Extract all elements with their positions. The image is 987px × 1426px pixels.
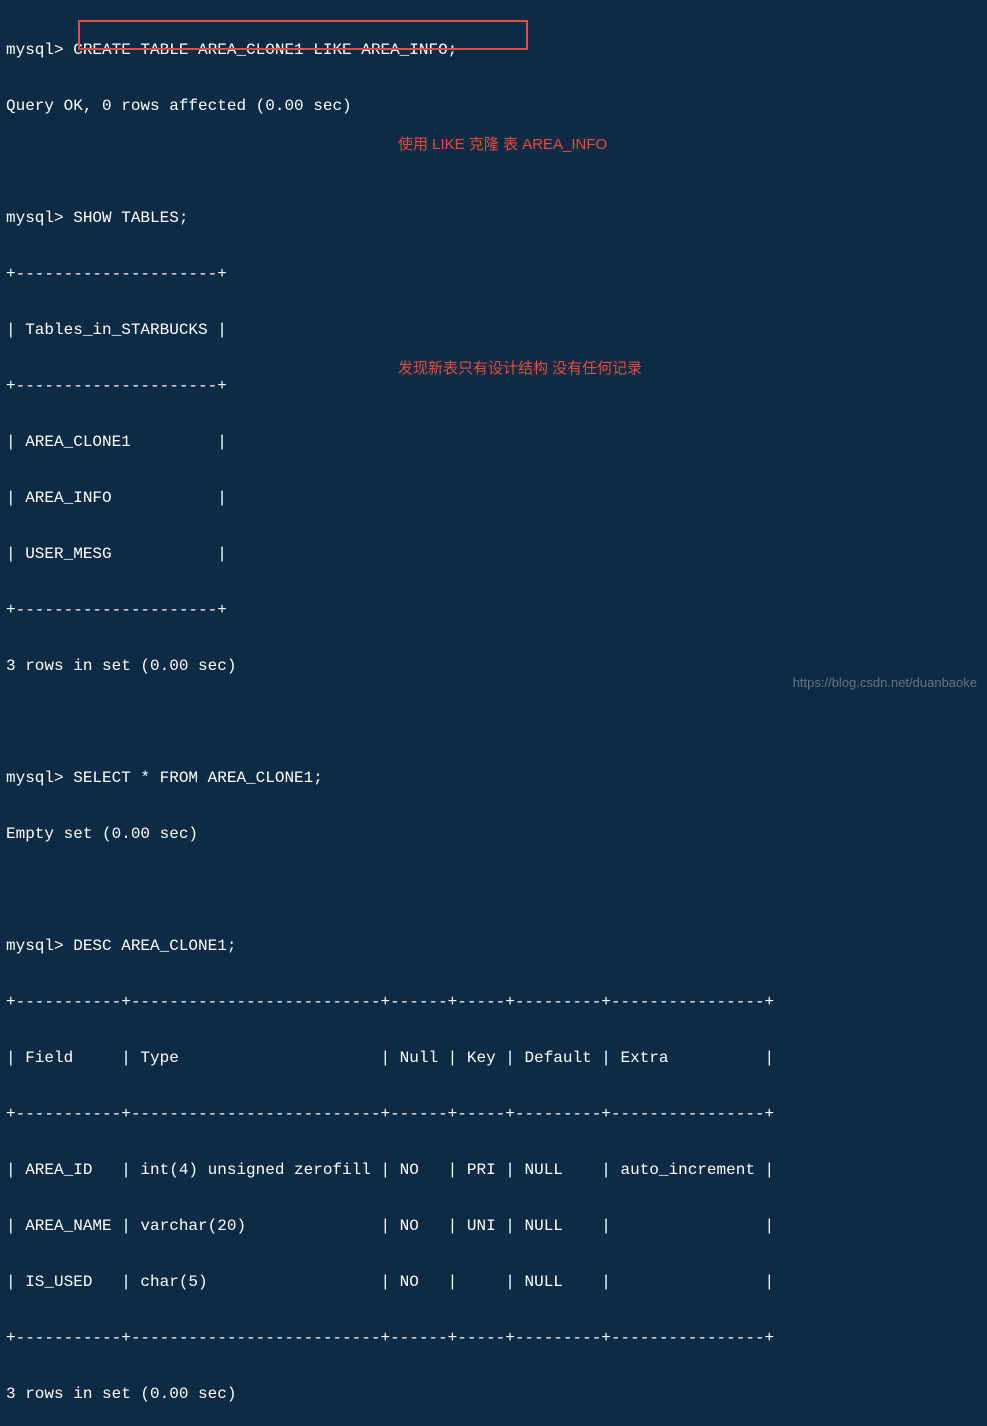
terminal-line: +-----------+--------------------------+…	[6, 1324, 981, 1352]
annotation-empty-table: 发现新表只有设计结构 没有任何记录	[398, 356, 642, 382]
terminal-line: +-----------+--------------------------+…	[6, 988, 981, 1016]
terminal-output: mysql> CREATE TABLE AREA_CLONE1 LIKE ARE…	[6, 8, 981, 1426]
terminal-line: | AREA_NAME | varchar(20) | NO | UNI | N…	[6, 1212, 981, 1240]
terminal-line: | AREA_ID | int(4) unsigned zerofill | N…	[6, 1156, 981, 1184]
terminal-line: | AREA_INFO |	[6, 484, 981, 512]
terminal-line: Empty set (0.00 sec)	[6, 820, 981, 848]
annotation-like-clone: 使用 LIKE 克隆 表 AREA_INFO	[398, 132, 607, 158]
terminal-line: | USER_MESG |	[6, 540, 981, 568]
watermark-text: https://blog.csdn.net/duanbaoke	[793, 672, 977, 695]
terminal-line	[6, 708, 981, 736]
terminal-line: mysql> SHOW TABLES;	[6, 204, 981, 232]
terminal-line: mysql> CREATE TABLE AREA_CLONE1 LIKE ARE…	[6, 36, 981, 64]
terminal-line: | AREA_CLONE1 |	[6, 428, 981, 456]
terminal-line: +-----------+--------------------------+…	[6, 1100, 981, 1128]
terminal-line: +---------------------+	[6, 596, 981, 624]
terminal-line: | Tables_in_STARBUCKS |	[6, 316, 981, 344]
terminal-line: | IS_USED | char(5) | NO | | NULL | |	[6, 1268, 981, 1296]
terminal-line: 3 rows in set (0.00 sec)	[6, 1380, 981, 1408]
terminal-line: +---------------------+	[6, 260, 981, 288]
terminal-line: mysql> SELECT * FROM AREA_CLONE1;	[6, 764, 981, 792]
terminal-line	[6, 876, 981, 904]
terminal-line: Query OK, 0 rows affected (0.00 sec)	[6, 92, 981, 120]
terminal-line: mysql> DESC AREA_CLONE1;	[6, 932, 981, 960]
terminal-line: | Field | Type | Null | Key | Default | …	[6, 1044, 981, 1072]
